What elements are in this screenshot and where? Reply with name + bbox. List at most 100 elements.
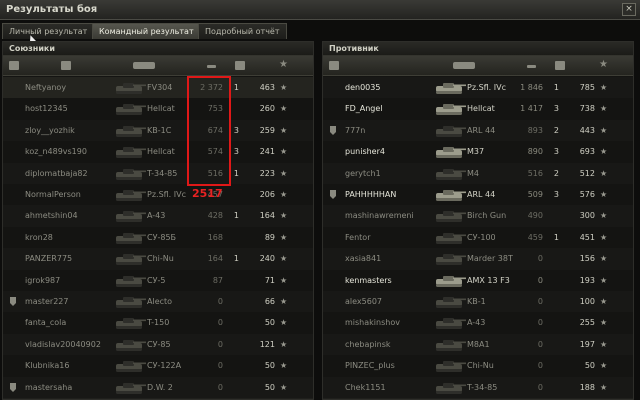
damage-column-icon[interactable]	[207, 65, 216, 68]
player-row[interactable]: den0035 Pz.Sfl. IVc 1 846 1 785 ★	[323, 77, 633, 100]
player-row[interactable]: chebapinsk M8A1 0 197 ★	[323, 333, 633, 357]
player-name: ahmetshin04	[25, 211, 78, 221]
tank-icon	[433, 381, 467, 395]
allies-title: Союзники	[3, 42, 313, 56]
close-button[interactable]: ×	[622, 3, 636, 16]
player-row[interactable]: fanta_cola T-150 0 50 ★	[3, 312, 313, 335]
platoon-column-icon[interactable]	[329, 61, 339, 70]
enemies-title: Противник	[323, 42, 633, 56]
player-row[interactable]: Fentor СУ-100 459 1 451 ★	[323, 226, 633, 250]
vehicle-name: Marder 38T	[467, 254, 513, 264]
player-row[interactable]: alex5607 KB-1 0 100 ★	[323, 291, 633, 314]
player-row[interactable]: host12345 Hellcat 753 260 ★	[3, 98, 313, 121]
enemies-column-header: ★	[323, 56, 633, 76]
tank-icon	[433, 102, 467, 116]
player-row[interactable]: PINZEC_plus Chi-Nu 0 50 ★	[323, 355, 633, 378]
vehicle-name: СУ-85	[147, 339, 171, 349]
damage-column-icon[interactable]	[527, 65, 536, 68]
vehicle-name: Chi-Nu	[467, 361, 494, 371]
kills-column-icon[interactable]	[235, 61, 245, 70]
player-name: master227	[25, 297, 69, 306]
player-row[interactable]: PAHHHHHAN ARL 44 509 3 576 ★	[323, 184, 633, 207]
player-row[interactable]: 777n ARL 44 893 2 443 ★	[323, 119, 633, 143]
kills-column-icon[interactable]	[555, 61, 565, 70]
player-row[interactable]: Neftyanoy FV304 2 372 1 463 ★	[3, 77, 313, 100]
kills-value: 3	[553, 147, 559, 157]
tank-icon	[113, 381, 147, 395]
xp-value: 693	[579, 147, 595, 157]
tank-icon	[433, 295, 467, 309]
player-row[interactable]: punisher4 M37 890 3 693 ★	[323, 141, 633, 164]
xp-value: 576	[579, 190, 595, 199]
damage-value: 0	[217, 382, 223, 392]
xp-value: 50	[264, 382, 275, 392]
xp-value: 100	[579, 297, 595, 306]
vehicle-name: Alecto	[147, 297, 173, 306]
xp-star-icon: ★	[600, 168, 608, 178]
player-row[interactable]: FD_Angel Hellcat 1 417 3 738 ★	[323, 98, 633, 121]
player-row[interactable]: mastersaha D.W. 2 0 50 ★	[3, 376, 313, 400]
xp-value: 193	[579, 275, 595, 285]
player-row[interactable]: NormalPerson Pz.Sfl. IVc 457 206 ★	[3, 184, 313, 207]
xp-column-star-icon[interactable]: ★	[279, 59, 288, 70]
player-row[interactable]: Chek1151 T-34-85 0 188 ★	[323, 376, 633, 400]
player-name: kron28	[25, 232, 53, 242]
vehicle-name: Pz.Sfl. IVc	[467, 83, 506, 92]
player-row[interactable]: kenmasters AMX 13 F3 0 193 ★	[323, 269, 633, 293]
player-name: Neftyanoy	[25, 83, 67, 92]
player-row[interactable]: PANZER775 Chi-Nu 164 1 240 ★	[3, 248, 313, 271]
platoon-column-icon[interactable]	[9, 61, 19, 70]
player-row[interactable]: diplomatbaja82 T-34-85 516 1 223 ★	[3, 162, 313, 186]
player-row[interactable]: mishakinshov A-43 0 255 ★	[323, 312, 633, 335]
player-row[interactable]: gerytch1 M4 516 2 512 ★	[323, 162, 633, 186]
player-name: punisher4	[345, 147, 385, 157]
vehicle-name: T-34-85	[467, 382, 498, 392]
damage-value: 490	[527, 211, 543, 221]
xp-star-icon: ★	[280, 104, 288, 114]
player-column-icon[interactable]	[61, 61, 71, 70]
xp-value: 240	[259, 254, 275, 264]
allies-panel: Союзники ★ Neftyanoy FV304 2 372 1 463 ★ host1…	[2, 41, 314, 400]
tank-icon	[113, 338, 147, 352]
player-row[interactable]: xasia841 Marder 38T 0 156 ★	[323, 248, 633, 271]
player-row[interactable]: vladislav20040902 СУ-85 0 121 ★	[3, 333, 313, 357]
vehicle-name: Hellcat	[147, 147, 175, 157]
kills-value: 1	[233, 211, 239, 221]
enemies-rows: den0035 Pz.Sfl. IVc 1 846 1 785 ★ FD_Angel Hell…	[323, 77, 633, 400]
player-name: koz_n489vs190	[25, 147, 87, 157]
tab-detailed-report[interactable]: Подробный отчёт	[198, 23, 287, 39]
damage-value: 0	[537, 361, 543, 371]
player-row[interactable]: master227 Alecto 0 66 ★	[3, 291, 313, 314]
player-row[interactable]: kron28 СУ-85Б 168 89 ★	[3, 226, 313, 250]
tank-icon	[113, 145, 147, 159]
damage-value: 0	[217, 297, 223, 306]
player-row[interactable]: mashinawremeni Birch Gun 490 300 ★	[323, 205, 633, 228]
vehicle-name: KB-1C	[147, 125, 172, 135]
tank-icon	[433, 338, 467, 352]
vehicle-name: KB-1	[467, 297, 486, 306]
xp-value: 255	[579, 318, 595, 328]
player-name: PAHHHHHAN	[345, 190, 397, 199]
xp-star-icon: ★	[600, 83, 608, 92]
tab-personal-result[interactable]: Личный результат	[2, 23, 95, 39]
allies-column-header: ★	[3, 56, 313, 76]
xp-value: 300	[579, 211, 595, 221]
xp-star-icon: ★	[280, 254, 288, 264]
tab-team-result[interactable]: Командный результат	[92, 23, 201, 39]
vehicle-column-icon[interactable]	[453, 62, 475, 69]
vehicle-column-icon[interactable]	[133, 62, 155, 69]
xp-star-icon: ★	[280, 339, 288, 349]
player-row[interactable]: zloy__yozhik KB-1C 674 3 259 ★	[3, 119, 313, 143]
damage-value: 0	[537, 297, 543, 306]
xp-star-icon: ★	[600, 297, 608, 306]
player-row[interactable]: ahmetshin04 A-43 428 1 164 ★	[3, 205, 313, 228]
xp-star-icon: ★	[600, 318, 608, 328]
xp-value: 156	[579, 254, 595, 264]
xp-star-icon: ★	[280, 232, 288, 242]
xp-column-star-icon[interactable]: ★	[599, 59, 608, 70]
player-row[interactable]: igrok987 СУ-5 87 71 ★	[3, 269, 313, 293]
vehicle-name: СУ-122А	[147, 361, 182, 371]
player-row[interactable]: koz_n489vs190 Hellcat 574 3 241 ★	[3, 141, 313, 164]
damage-value: 0	[217, 361, 223, 371]
player-row[interactable]: Klubnika16 СУ-122А 0 50 ★	[3, 355, 313, 378]
